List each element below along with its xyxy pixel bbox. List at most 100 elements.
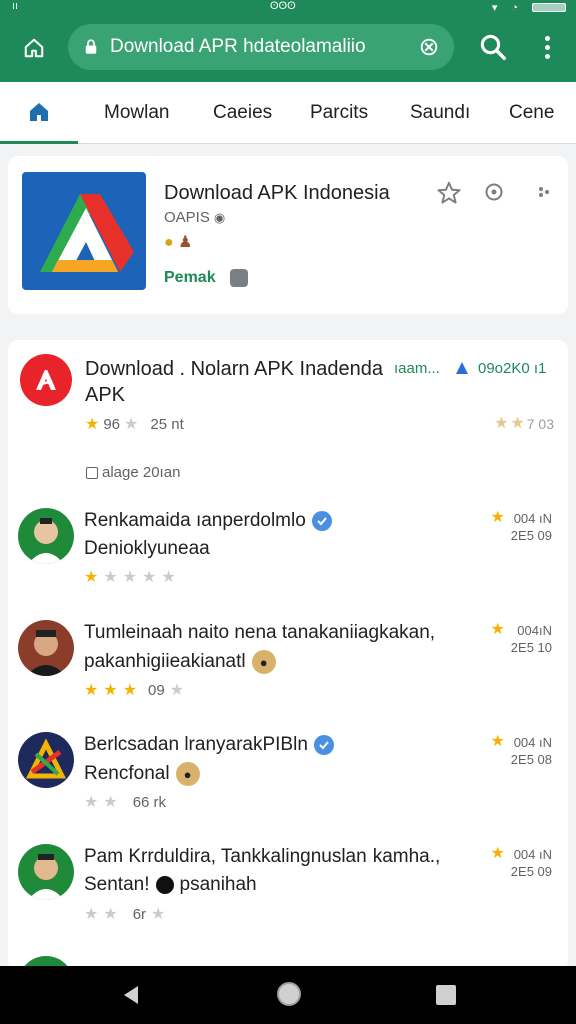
- review-line1: Pam Krrduldira, Tankkalingnuslan: [84, 846, 367, 867]
- app-tag-label: Pemak: [164, 269, 216, 286]
- tab-home[interactable]: [0, 82, 78, 144]
- app-subtitle: OAPIS ◉: [164, 209, 225, 226]
- review-date-2: 2E5 08: [510, 752, 552, 767]
- url-text[interactable]: Download APR hdateolamaliio: [110, 36, 410, 58]
- info-icon[interactable]: [484, 182, 504, 202]
- featured-app-card[interactable]: Download APK Indonesia OAPIS ◉ ● ♟ Pemak: [8, 156, 568, 314]
- figure-icon: ♟: [178, 234, 193, 251]
- review-date: 004 ıN 2E5 08: [511, 734, 552, 768]
- review-line1-tail: kamha.,: [372, 846, 441, 867]
- verified-icon: [311, 511, 332, 531]
- recents-icon[interactable]: [436, 985, 456, 1005]
- result-size: 09o2K0 ı1: [478, 360, 547, 377]
- home-icon: [30, 102, 48, 121]
- review-subtitle: Denioklyuneaa: [84, 538, 210, 560]
- result-rating-right: ★ ★ 7 03: [494, 415, 554, 433]
- star-icon: ★: [490, 509, 505, 526]
- wifi-icon: ◔: [511, 1, 518, 14]
- status-icons: ▾ ◔: [492, 1, 566, 14]
- tab-3[interactable]: Parcits: [310, 82, 368, 144]
- review-date: 004 ıN 2E5 09: [511, 510, 552, 544]
- review-meta: ★ 004 ıN 2E5 08: [490, 734, 552, 768]
- star-icon: ★: [122, 569, 138, 586]
- star-icon: ★: [490, 621, 505, 638]
- category-tabs: Mowlan Caeies Parcits Saundı Cene: [0, 82, 576, 144]
- star-icon: ★: [103, 905, 118, 923]
- review-item[interactable]: Pam Krrduldira, Tankkalingnuslan kamha.,…: [8, 844, 568, 956]
- review-stars: ★ ★ 6r ★: [84, 906, 165, 923]
- battery-icon: [532, 3, 566, 12]
- record-icon: [155, 876, 174, 894]
- review-date-2: 2E5 09: [510, 528, 552, 543]
- search-icon[interactable]: [478, 32, 508, 62]
- tab-2[interactable]: Caeies: [213, 82, 272, 144]
- star-icon: ★: [161, 569, 176, 586]
- review-stars: ★ ★ ★ ★ ★: [84, 570, 176, 586]
- star-icon: ★: [142, 569, 157, 586]
- star-icon: ★: [122, 681, 138, 699]
- review-count: 66 rk: [132, 794, 167, 811]
- review-line1: Berlcsadan lranyarakPIBln: [84, 734, 308, 755]
- result-title-line2: APK: [85, 384, 126, 406]
- review-date-1: 004ıN: [517, 623, 552, 638]
- rating-right-text: 7 03: [526, 416, 554, 432]
- tab-5[interactable]: Cene: [509, 82, 554, 144]
- review-item[interactable]: Renkamaida ıanperdolmlo Denioklyuneaa ★ …: [8, 508, 568, 620]
- review-item[interactable]: Berlcsadan lranyarakPIBln Rencfonal ● ★ …: [8, 732, 568, 844]
- review-count: 09: [148, 682, 165, 699]
- top-result[interactable]: Download . Nolarn APK Inadenda APK ıaam.…: [8, 340, 568, 450]
- result-rating: ★ 96 ★ 25 nt: [85, 416, 184, 433]
- badge-icon: ●: [164, 234, 174, 251]
- review-count: 25 nt: [150, 416, 184, 433]
- review-date-1: 004 ıN: [513, 735, 552, 750]
- star-outline-icon[interactable]: [436, 180, 462, 206]
- star-icon: ★: [103, 681, 118, 699]
- download-icon[interactable]: [454, 360, 470, 376]
- star-icon: ★: [124, 415, 139, 433]
- results-list: Download . Nolarn APK Inadenda APK ıaam.…: [8, 340, 568, 970]
- lock-icon: [85, 39, 97, 54]
- review-date: 004 ıN 2E5 09: [511, 846, 552, 880]
- review-title: Berlcsadan lranyarakPIBln: [84, 734, 334, 756]
- app-tag: Pemak: [164, 269, 248, 287]
- star-icon: ★: [494, 415, 509, 432]
- review-count: 6r: [132, 906, 147, 923]
- section-icon: [86, 466, 98, 479]
- star-icon: ★: [85, 415, 100, 433]
- badge-icon: ●: [251, 650, 276, 674]
- star-icon: ★: [490, 845, 505, 862]
- home-button[interactable]: [12, 28, 56, 68]
- review-line2: pakanhigiieakianatl: [84, 651, 246, 672]
- star-icon: ★: [84, 793, 99, 811]
- home-circle-icon[interactable]: [277, 982, 301, 1006]
- verified-icon: [313, 735, 334, 755]
- star-icon: ★: [510, 415, 525, 432]
- app-badges: ● ♟: [164, 232, 192, 252]
- review-line2-tail: psanihah: [179, 874, 257, 895]
- back-icon[interactable]: [120, 984, 142, 1006]
- clear-icon[interactable]: [418, 36, 440, 58]
- info-small-icon: ◉: [213, 209, 226, 225]
- address-bar[interactable]: Download APR hdateolamaliio: [68, 24, 454, 70]
- overflow-menu-icon[interactable]: [534, 32, 560, 62]
- review-item[interactable]: Tumleinaah naito nena tanakaniiagkakan, …: [8, 620, 568, 732]
- tab-1[interactable]: Mowlan: [104, 82, 169, 144]
- signal-icon: ▾: [491, 2, 498, 14]
- star-icon: ★: [103, 793, 118, 811]
- review-subtitle: pakanhigiieakianatl ●: [84, 650, 276, 674]
- review-stars: ★ ★ 66 rk: [84, 794, 166, 811]
- review-meta: ★ 004 ıN 2E5 09: [490, 510, 552, 544]
- review-date-2: 2E5 10: [510, 640, 552, 655]
- star-icon: ★: [84, 681, 99, 699]
- review-line2: Denioklyuneaa: [84, 538, 210, 559]
- review-title: Tumleinaah naito nena tanakaniiagkakan,: [84, 622, 435, 644]
- result-title-line1: Download . Nolarn APK Inadenda: [85, 358, 383, 380]
- star-icon: ★: [151, 905, 166, 923]
- more-icon[interactable]: [536, 184, 552, 200]
- system-nav-bar: [0, 966, 576, 1024]
- tab-4[interactable]: Saundı: [410, 82, 470, 144]
- review-date-1: 004 ıN: [513, 847, 552, 862]
- avatar: [18, 620, 74, 676]
- app-logo: [22, 172, 146, 290]
- result-link[interactable]: ıaam...: [394, 360, 440, 377]
